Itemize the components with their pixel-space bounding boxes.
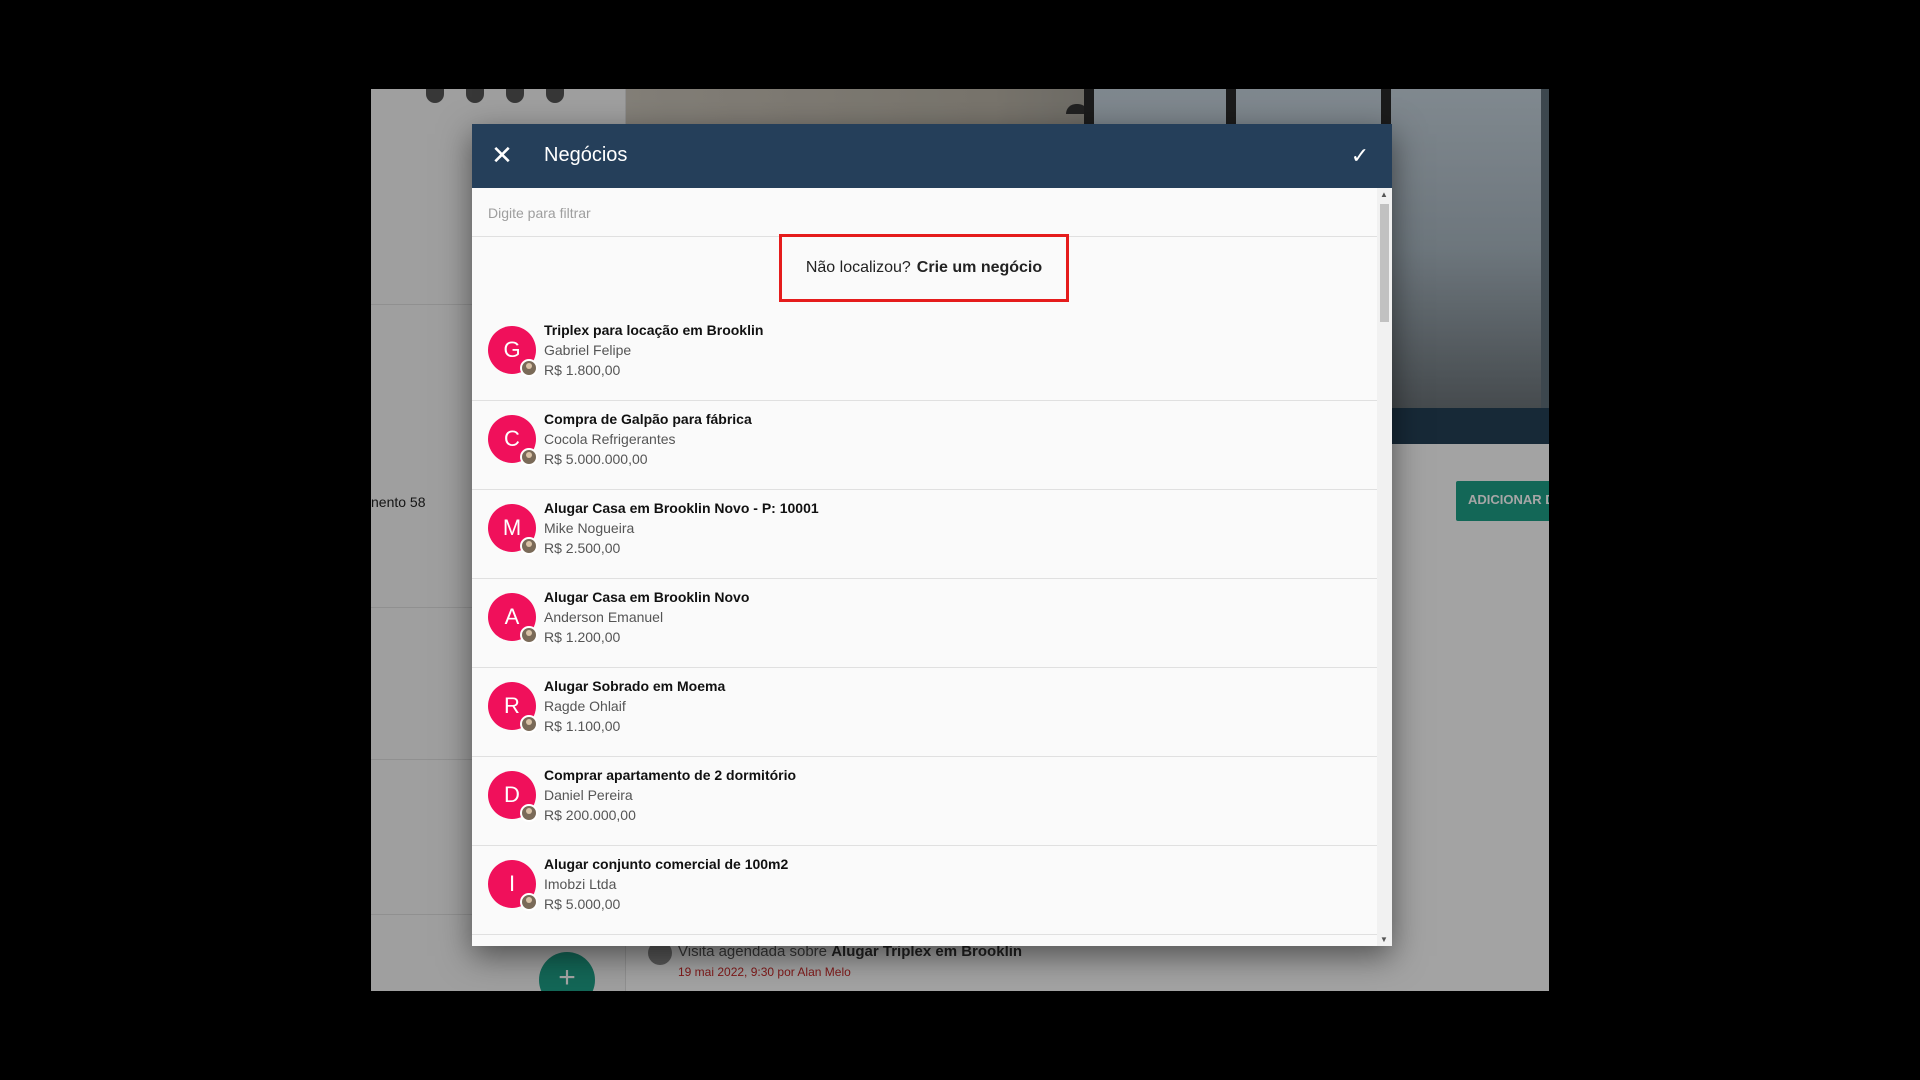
scrollbar[interactable]: ▲ ▼ [1377, 188, 1392, 946]
deal-text: Compra de Galpão para fábrica Cocola Ref… [544, 409, 752, 469]
owner-avatar-icon [520, 893, 538, 911]
deal-list-item[interactable]: M Alugar Casa em Brooklin Novo - P: 1000… [472, 490, 1377, 579]
deal-text: Alugar Casa em Brooklin Novo Anderson Em… [544, 587, 749, 647]
deal-list-item[interactable]: D Comprar apartamento de 2 dormitório Da… [472, 757, 1377, 846]
deal-text: Triplex para locação em Brooklin Gabriel… [544, 320, 763, 380]
deals-list: G Triplex para locação em Brooklin Gabri… [472, 312, 1377, 946]
deal-price: R$ 5.000,00 [544, 896, 621, 912]
deal-price: R$ 5.000.000,00 [544, 451, 648, 467]
deal-list-item[interactable]: C Compra de Galpão para fábrica Cocola R… [472, 401, 1377, 490]
deal-price: R$ 1.800,00 [544, 362, 621, 378]
filter-bar [472, 188, 1377, 237]
deal-price: R$ 2.500,00 [544, 540, 621, 556]
owner-avatar-icon [520, 359, 538, 377]
create-deal-link[interactable]: Crie um negócio [917, 259, 1042, 277]
deal-text: Alugar Casa em Brooklin Novo - P: 10001 … [544, 498, 819, 558]
deal-text: Alugar Sobrado em Moema Ragde Ohlaif R$ … [544, 676, 725, 736]
create-deal-prompt: Não localizou? Crie um negócio [779, 234, 1069, 302]
deal-list-item[interactable]: G Triplex para locação em Brooklin Gabri… [472, 312, 1377, 401]
deal-title: Alugar Triplex em Brooklin [544, 943, 722, 946]
dialog-header: ✕ Negócios ✓ [472, 124, 1392, 188]
deal-title: Alugar conjunto comercial de 100m2 [544, 856, 789, 872]
deal-client: Mike Nogueira [544, 520, 635, 536]
deal-title: Comprar apartamento de 2 dormitório [544, 767, 797, 783]
deal-client: Ragde Ohlaif [544, 698, 626, 714]
deals-dialog: ✕ Negócios ✓ Não localizou? Crie um negó… [472, 124, 1392, 946]
close-button[interactable]: ✕ [490, 142, 514, 168]
deal-title: Triplex para locação em Brooklin [544, 322, 764, 338]
check-icon: ✓ [1350, 143, 1370, 168]
confirm-button[interactable]: ✓ [1346, 142, 1374, 170]
owner-avatar-icon [520, 626, 538, 644]
scroll-up-icon[interactable]: ▲ [1380, 190, 1388, 199]
deal-client: Daniel Pereira [544, 787, 633, 803]
owner-avatar-icon [520, 804, 538, 822]
deal-client: Cocola Refrigerantes [544, 431, 676, 447]
deal-title: Alugar Sobrado em Moema [544, 678, 726, 694]
deal-client: Gabriel Felipe [544, 342, 632, 358]
deal-price: R$ 1.200,00 [544, 629, 621, 645]
deal-client: Anderson Emanuel [544, 609, 664, 625]
scroll-down-icon[interactable]: ▼ [1380, 935, 1388, 944]
deal-list-item[interactable]: R Alugar Sobrado em Moema Ragde Ohlaif R… [472, 668, 1377, 757]
close-icon: ✕ [491, 140, 513, 170]
deal-text: Alugar Triplex em Brooklin [544, 943, 722, 946]
filter-input[interactable] [488, 202, 1368, 224]
deal-title: Alugar Casa em Brooklin Novo [544, 589, 750, 605]
deal-price: R$ 1.100,00 [544, 718, 621, 734]
deal-title: Alugar Casa em Brooklin Novo - P: 10001 [544, 500, 819, 516]
deal-list-item[interactable]: I Alugar conjunto comercial de 100m2 Imo… [472, 846, 1377, 935]
deal-text: Comprar apartamento de 2 dormitório Dani… [544, 765, 796, 825]
owner-avatar-icon [520, 448, 538, 466]
deal-list-item[interactable]: Alugar Triplex em Brooklin [472, 935, 1377, 946]
scrollbar-thumb[interactable] [1380, 204, 1389, 322]
deal-client: Imobzi Ltda [544, 876, 617, 892]
deal-title: Compra de Galpão para fábrica [544, 411, 752, 427]
create-deal-question: Não localizou? [805, 259, 911, 276]
deal-list-item[interactable]: A Alugar Casa em Brooklin Novo Anderson … [472, 579, 1377, 668]
deal-price: R$ 200.000,00 [544, 807, 636, 823]
dialog-title: Negócios [544, 144, 628, 166]
owner-avatar-icon [520, 537, 538, 555]
deal-text: Alugar conjunto comercial de 100m2 Imobz… [544, 854, 788, 914]
owner-avatar-icon [520, 715, 538, 733]
